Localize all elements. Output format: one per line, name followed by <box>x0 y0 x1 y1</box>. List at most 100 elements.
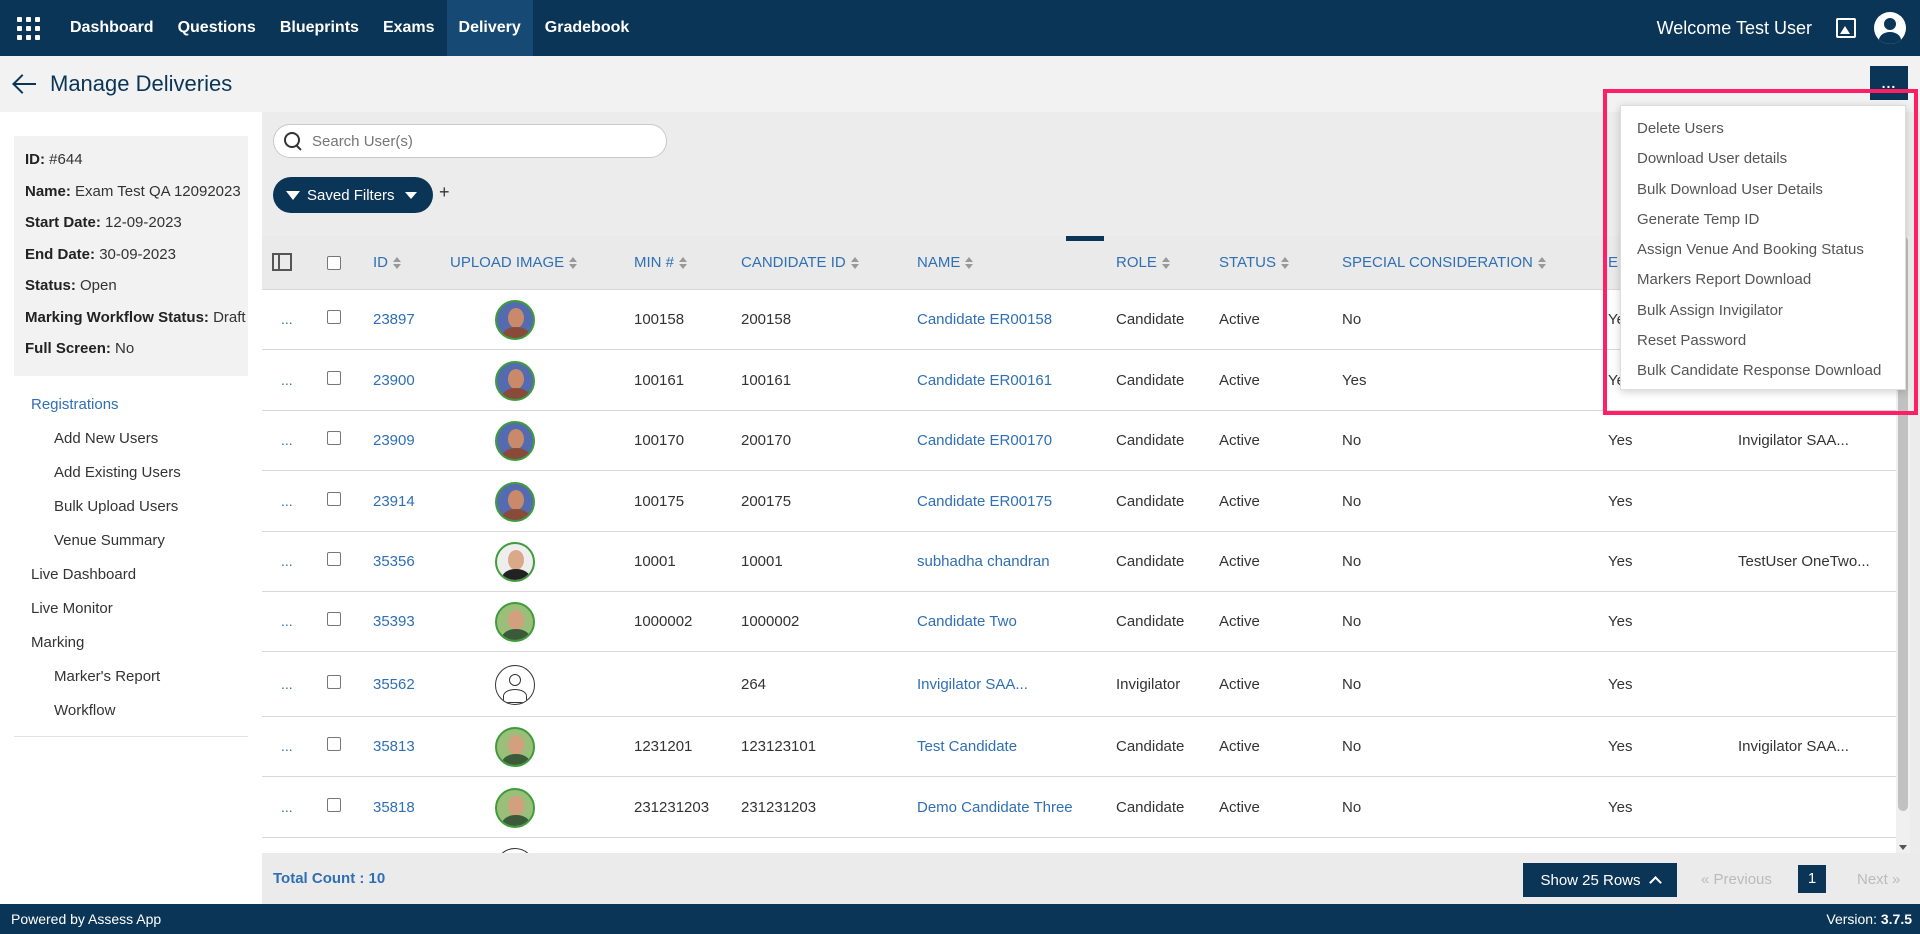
cell-id[interactable]: 23909 <box>373 432 415 449</box>
row-checkbox[interactable] <box>327 371 341 385</box>
collapse-header-tab[interactable]: ^ <box>1066 236 1104 241</box>
sidebar-item-venue-summary[interactable]: Venue Summary <box>14 524 248 558</box>
back-arrow-icon[interactable] <box>12 70 40 98</box>
search-icon <box>284 132 302 150</box>
user-avatar-icon[interactable] <box>1874 12 1906 44</box>
header-name[interactable]: NAME <box>917 236 974 290</box>
header-id[interactable]: ID <box>373 236 401 290</box>
table-row[interactable]: ... 35562 264 Invigilator SAA... Invigilator… <box>262 652 1900 717</box>
row-checkbox[interactable] <box>327 737 341 751</box>
sidebar-item-live-monitor[interactable]: Live Monitor <box>14 592 248 626</box>
top-navbar: Dashboard Questions Blueprints Exams Del… <box>0 0 1920 56</box>
header-candidate-id[interactable]: CANDIDATE ID <box>741 236 859 290</box>
row-checkbox[interactable] <box>327 612 341 626</box>
show-rows-button[interactable]: Show 25 Rows <box>1523 863 1677 897</box>
table-row[interactable]: ... 35356 10001 10001 subhadha chandran Candi… <box>262 532 1900 592</box>
sidebar-item-bulk-upload-users[interactable]: Bulk Upload Users <box>14 490 248 524</box>
row-actions-button[interactable]: ... <box>281 613 293 629</box>
cell-id[interactable]: 35393 <box>373 613 415 630</box>
header-min[interactable]: MIN # <box>634 236 688 290</box>
search-input[interactable] <box>312 132 642 150</box>
nav-delivery[interactable]: Delivery <box>446 0 533 56</box>
row-checkbox[interactable] <box>327 492 341 506</box>
row-checkbox[interactable] <box>327 675 341 689</box>
header-upload-image[interactable]: UPLOAD IMAGE <box>450 236 578 290</box>
next-page-button[interactable]: Next » <box>1857 871 1900 888</box>
row-actions-button[interactable]: ... <box>281 799 293 815</box>
sidebar-item-add-existing-users[interactable]: Add Existing Users <box>14 456 248 490</box>
sidebar-item-registrations[interactable]: Registrations <box>14 388 248 422</box>
saved-filters-button[interactable]: Saved Filters <box>273 177 433 213</box>
info-end-date: End Date: 30-09-2023 <box>25 245 176 263</box>
user-avatar-image[interactable] <box>495 602 535 642</box>
user-avatar-image[interactable] <box>495 421 535 461</box>
header-role[interactable]: ROLE <box>1116 236 1170 290</box>
select-all-checkbox[interactable] <box>327 256 341 270</box>
cell-min: 100175 <box>634 493 685 510</box>
table-row[interactable]: ... 23914 100175 200175 Candidate ER00175 Can… <box>262 471 1900 532</box>
sidebar-item-workflow[interactable]: Workflow <box>14 694 248 728</box>
row-actions-button[interactable]: ... <box>281 493 293 509</box>
previous-page-button[interactable]: « Previous <box>1701 871 1772 888</box>
cell-id[interactable]: 35813 <box>373 738 415 755</box>
cell-name[interactable]: subhadha chandran <box>917 553 1050 570</box>
user-avatar-image[interactable] <box>495 361 535 401</box>
cell-name[interactable]: Candidate Two <box>917 613 1017 630</box>
cell-id[interactable]: 23897 <box>373 311 415 328</box>
table-row[interactable]: ... 23909 100170 200170 Candidate ER00170 Can… <box>262 411 1900 471</box>
nav-exams[interactable]: Exams <box>371 0 447 56</box>
cell-special-consideration: No <box>1342 553 1362 570</box>
cell-name[interactable]: Candidate ER00175 <box>917 493 1052 510</box>
cell-e: Yes <box>1608 553 1633 570</box>
user-avatar-image[interactable] <box>495 665 535 705</box>
nav-questions[interactable]: Questions <box>166 0 268 56</box>
cell-id[interactable]: 35562 <box>373 676 415 693</box>
apps-grid-icon[interactable] <box>0 0 56 56</box>
cell-name[interactable]: Candidate ER00158 <box>917 311 1052 328</box>
nav-dashboard[interactable]: Dashboard <box>58 0 166 56</box>
page-1-button[interactable]: 1 <box>1798 865 1826 893</box>
header-special-consideration[interactable]: SPECIAL CONSIDERATION <box>1342 236 1546 290</box>
table-row[interactable]: ... 35813 1231201 123123101 Test Candidate Ca… <box>262 717 1900 777</box>
user-avatar-image[interactable] <box>495 727 535 767</box>
nav-gradebook[interactable]: Gradebook <box>533 0 641 56</box>
row-actions-button[interactable]: ... <box>281 432 293 448</box>
cell-name[interactable]: Invigilator SAA... <box>917 676 1028 693</box>
row-checkbox[interactable] <box>327 552 341 566</box>
row-actions-button[interactable]: ... <box>281 676 293 692</box>
cell-id[interactable]: 35356 <box>373 553 415 570</box>
cell-name[interactable]: Candidate ER00170 <box>917 432 1052 449</box>
user-avatar-image[interactable] <box>495 482 535 522</box>
cell-id[interactable]: 35818 <box>373 799 415 816</box>
cell-special-consideration: No <box>1342 311 1362 328</box>
sidebar-item-live-dashboard[interactable]: Live Dashboard <box>14 558 248 592</box>
user-avatar-image[interactable] <box>495 300 535 340</box>
cell-name[interactable]: Demo Candidate Three <box>917 799 1073 816</box>
row-checkbox[interactable] <box>327 798 341 812</box>
scroll-down-icon[interactable] <box>1899 845 1907 850</box>
row-checkbox[interactable] <box>327 310 341 324</box>
column-settings-icon[interactable] <box>272 253 292 271</box>
cell-name[interactable]: Test Candidate <box>917 738 1017 755</box>
table-row[interactable]: ... 35393 1000002 1000002 Candidate Two Candi… <box>262 592 1900 652</box>
row-actions-button[interactable]: ... <box>281 738 293 754</box>
cell-id[interactable]: 23900 <box>373 372 415 389</box>
sidebar-item-marking[interactable]: Marking <box>14 626 248 660</box>
nav-blueprints[interactable]: Blueprints <box>268 0 371 56</box>
cell-special-consideration: No <box>1342 799 1362 816</box>
cell-name[interactable]: Candidate ER00161 <box>917 372 1052 389</box>
cell-id[interactable]: 23914 <box>373 493 415 510</box>
sidebar-item-markers-report[interactable]: Marker's Report <box>14 660 248 694</box>
row-actions-button[interactable]: ... <box>281 372 293 388</box>
user-avatar-image[interactable] <box>495 788 535 828</box>
row-actions-button[interactable]: ... <box>281 553 293 569</box>
sidebar-item-add-new-users[interactable]: Add New Users <box>14 422 248 456</box>
header-status[interactable]: STATUS <box>1219 236 1289 290</box>
row-actions-button[interactable]: ... <box>281 311 293 327</box>
table-row[interactable]: ... 35818 231231203 231231203 Demo Candidate… <box>262 777 1900 838</box>
image-icon[interactable] <box>1836 18 1856 38</box>
row-checkbox[interactable] <box>327 431 341 445</box>
add-filter-button[interactable]: + <box>439 182 450 203</box>
table-row[interactable]: ...35917265TestUser OneTwoInvigilatorAct… <box>262 838 1900 853</box>
user-avatar-image[interactable] <box>495 542 535 582</box>
